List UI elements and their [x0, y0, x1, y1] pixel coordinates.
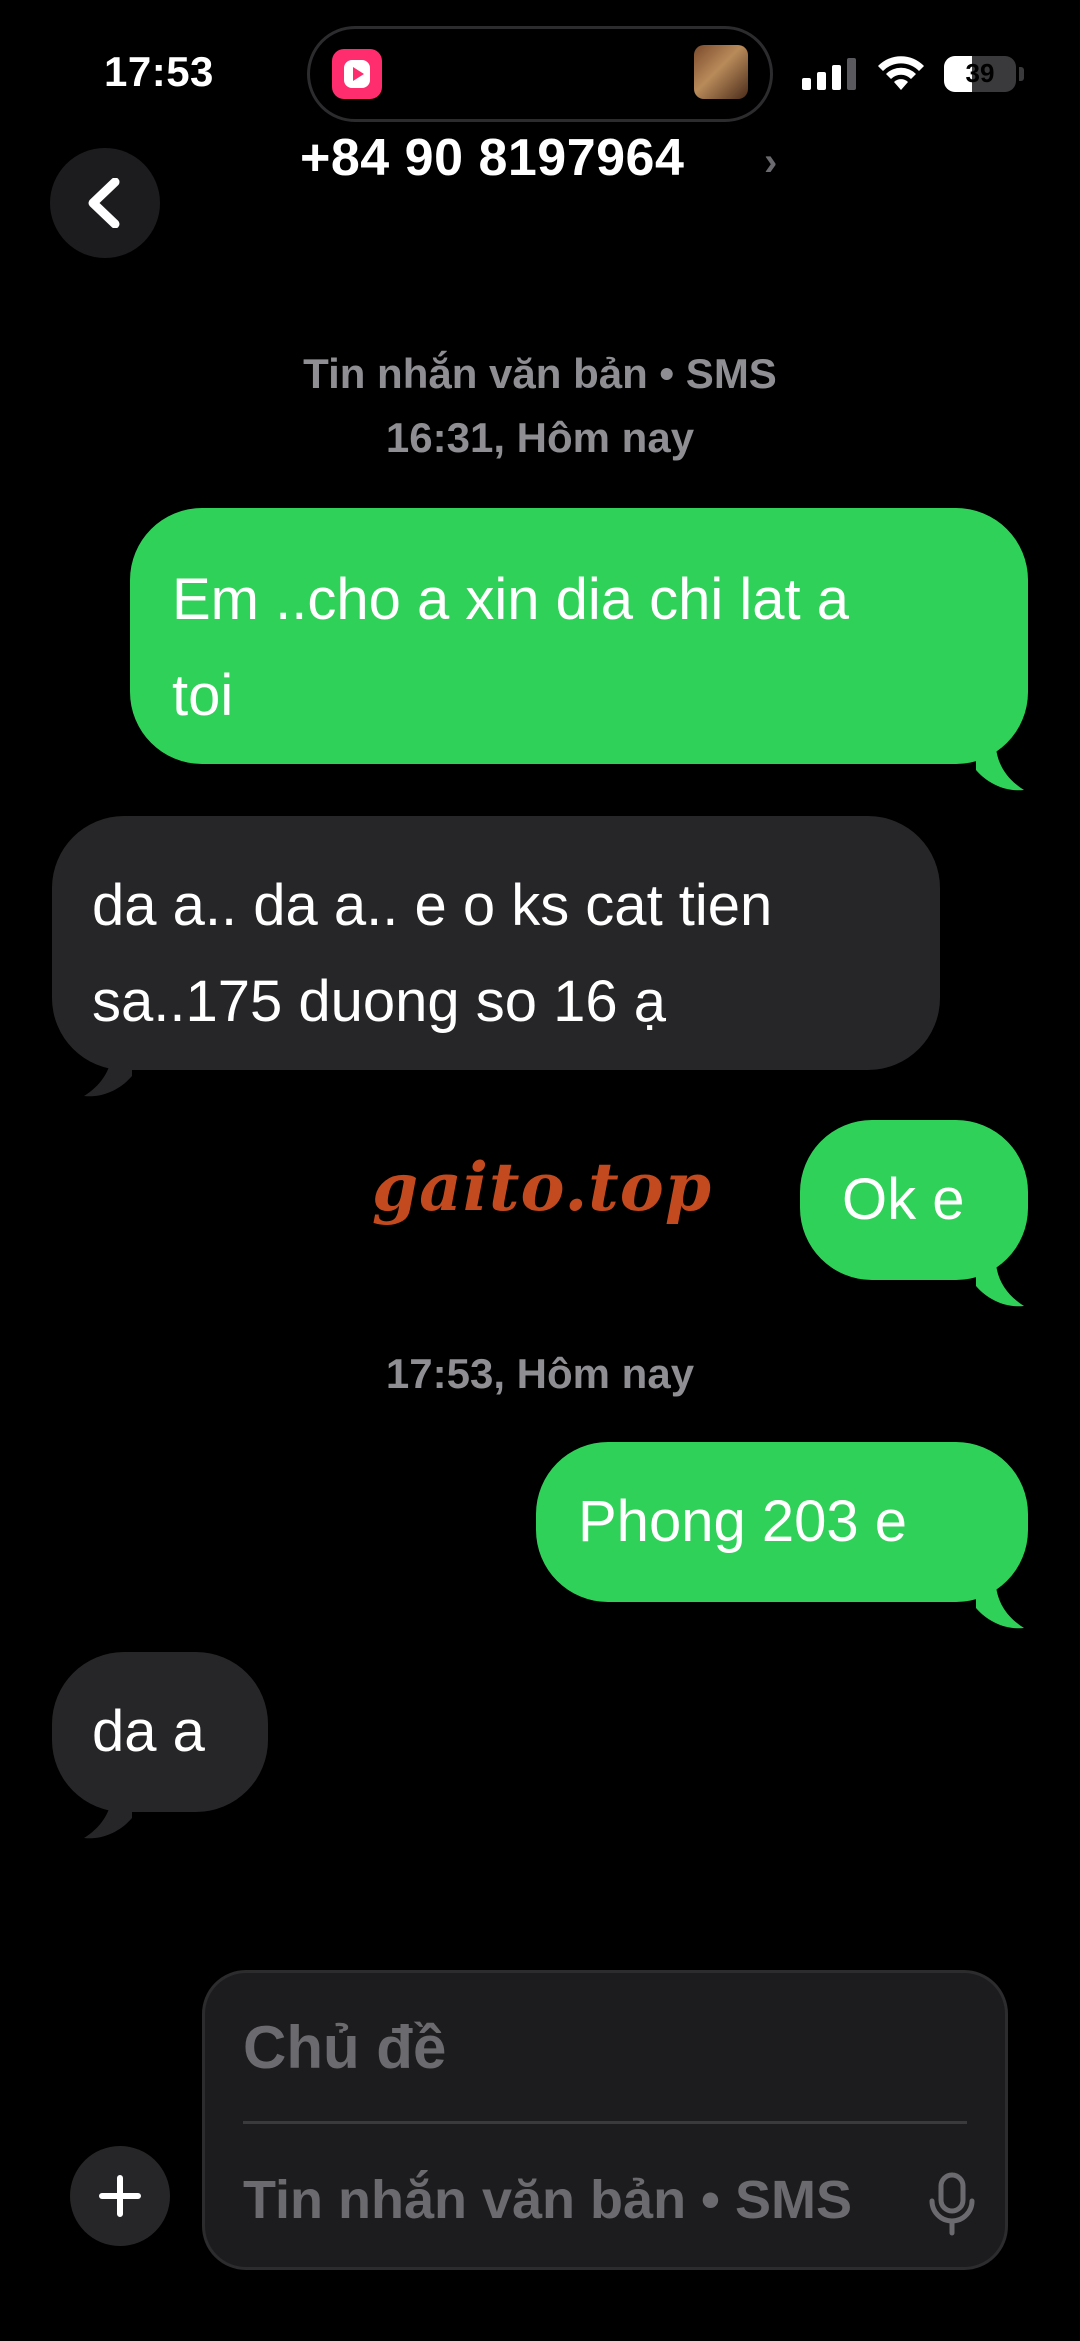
signal-bar	[802, 78, 811, 90]
message-text-line: da a.. da a.. e o ks cat tien	[92, 873, 773, 938]
bubble-tail	[976, 1586, 1024, 1629]
composer-divider	[243, 2121, 967, 2124]
status-time: 17:53	[104, 48, 214, 95]
battery-icon: 39	[944, 56, 1016, 92]
message-text-line: Phong 203 e	[578, 1489, 907, 1554]
message-text-line: da a	[92, 1699, 205, 1764]
timestamp-label: 17:53, Hôm nay	[385, 1350, 695, 1397]
message-bubble-incoming[interactable]: da a	[52, 1652, 268, 1812]
message-composer[interactable]: Chủ đề Tin nhắn văn bản • SMS	[202, 1970, 1008, 2270]
dynamic-island[interactable]	[307, 26, 773, 122]
signal-bar	[832, 65, 841, 90]
message-text-line: Ok e	[842, 1167, 965, 1232]
bubble-tail	[976, 748, 1024, 791]
message-input[interactable]: Tin nhắn văn bản • SMS	[243, 2169, 852, 2231]
chevron-right-icon[interactable]: ›	[764, 140, 777, 185]
add-attachment-button[interactable]	[70, 2146, 170, 2246]
timestamp-label: 16:31, Hôm nay	[385, 414, 695, 461]
service-label: Tin nhắn văn bản • SMS	[303, 350, 777, 397]
plus-icon	[99, 2175, 141, 2217]
live-activity-thumbnail	[694, 45, 748, 99]
microphone-icon[interactable]	[925, 2171, 979, 2237]
cellular-signal-icon	[802, 58, 856, 90]
live-activity-app-icon	[332, 49, 382, 99]
chevron-left-icon	[88, 178, 120, 228]
bubble-tail	[84, 1054, 132, 1097]
message-bubble-outgoing[interactable]: Em ..cho a xin dia chi lat a toi	[130, 508, 1028, 764]
message-bubble-incoming[interactable]: da a.. da a.. e o ks cat tien sa..175 du…	[52, 816, 940, 1070]
watermark: gaito.top	[372, 1148, 712, 1226]
message-text-line: Em ..cho a xin dia chi lat a	[172, 567, 849, 632]
back-button[interactable]	[50, 148, 160, 258]
bubble-tail	[976, 1264, 1024, 1307]
message-text-line: sa..175 duong so 16 ạ	[92, 969, 667, 1034]
battery-level: 39	[965, 58, 995, 88]
battery-cap	[1019, 67, 1024, 81]
signal-bar	[847, 58, 856, 90]
message-bubble-outgoing[interactable]: Ok e	[800, 1120, 1028, 1280]
bubble-tail	[84, 1796, 132, 1839]
signal-bar	[817, 72, 826, 90]
wifi-icon	[878, 56, 924, 90]
message-bubble-outgoing[interactable]: Phong 203 e	[536, 1442, 1028, 1602]
subject-input[interactable]: Chủ đề	[243, 2013, 446, 2082]
message-text-line: toi	[172, 663, 234, 728]
contact-title[interactable]: +84 90 8197964	[300, 128, 684, 188]
